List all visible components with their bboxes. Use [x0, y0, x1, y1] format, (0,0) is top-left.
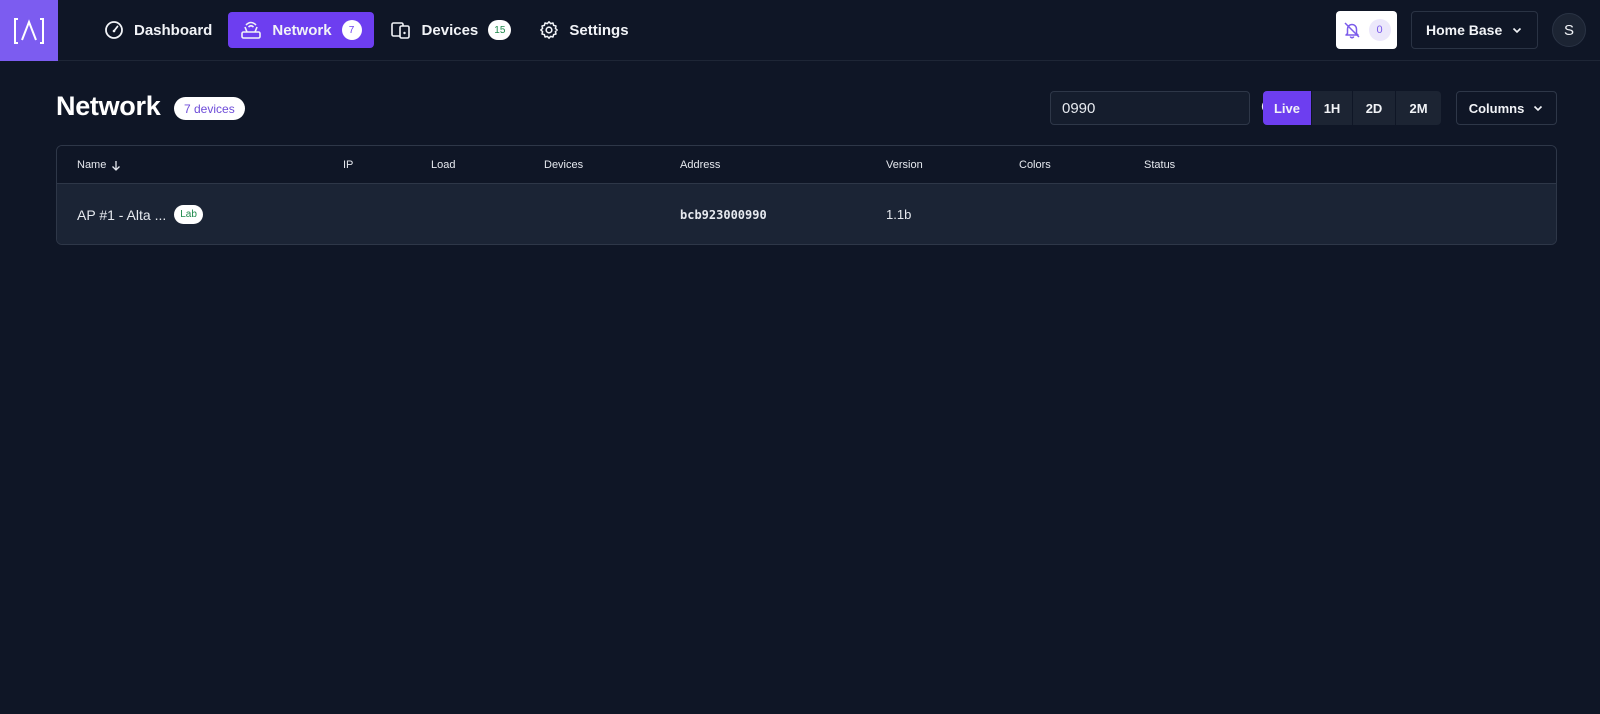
top-bar: Dashboard Network 7 Devices 15 Settings … [0, 0, 1600, 61]
range-2d-button[interactable]: 2D [1353, 91, 1396, 125]
columns-label: Columns [1468, 100, 1525, 116]
column-header-load[interactable]: Load [431, 146, 455, 184]
user-avatar[interactable]: S [1552, 13, 1586, 47]
column-header-colors[interactable]: Colors [1019, 146, 1051, 184]
nav-label-dashboard: Dashboard [134, 21, 213, 39]
site-name: Home Base [1426, 22, 1503, 38]
nav-label-settings: Settings [569, 21, 629, 39]
nav-label-network: Network [272, 21, 332, 39]
time-range-selector: Live 1H 2D 2M [1263, 91, 1441, 125]
cell-name: AP #1 - Alta ... Lab [77, 184, 203, 244]
column-header-devices[interactable]: Devices [544, 146, 583, 184]
app-logo[interactable] [0, 0, 58, 61]
nav-item-dashboard[interactable]: Dashboard [92, 12, 224, 48]
nav-item-settings[interactable]: Settings [527, 12, 640, 48]
devices-count-badge: 15 [488, 20, 512, 40]
range-1h-button[interactable]: 1H [1312, 91, 1353, 125]
range-2m-button[interactable]: 2M [1396, 91, 1441, 125]
network-table: Name IP Load Devices Address Version Col… [56, 145, 1557, 245]
network-count-badge: 7 [341, 20, 362, 40]
column-header-status[interactable]: Status [1144, 146, 1175, 184]
column-header-ip[interactable]: IP [343, 146, 353, 184]
search-input[interactable] [1051, 92, 1261, 124]
logo-icon [14, 17, 44, 44]
devices-icon [390, 22, 410, 39]
column-header-label: Name [77, 159, 107, 171]
range-live-button[interactable]: Live [1263, 91, 1312, 125]
sort-descending-icon [112, 160, 121, 171]
cell-address: bcb923000990 [680, 207, 767, 222]
nav-label-devices: Devices [421, 21, 479, 39]
site-selector[interactable]: Home Base [1411, 11, 1538, 49]
cell-version: 1.1b [886, 207, 912, 222]
bell-off-icon [1343, 22, 1360, 39]
nav-item-devices[interactable]: Devices 15 [378, 12, 524, 48]
device-count-badge: 7 devices [174, 97, 245, 120]
table-row[interactable]: AP #1 - Alta ... Lab bcb923000990 1.1b [57, 184, 1556, 244]
main-nav: Dashboard Network 7 Devices 15 Settings [92, 12, 641, 48]
column-header-version[interactable]: Version [886, 146, 923, 184]
table-header: Name IP Load Devices Address Version Col… [57, 146, 1556, 184]
column-header-name[interactable]: Name [77, 146, 121, 184]
search-box [1050, 91, 1299, 125]
device-tag: Lab [174, 205, 203, 224]
column-header-address[interactable]: Address [680, 146, 720, 184]
gauge-icon [105, 21, 123, 39]
gear-icon [540, 21, 559, 39]
columns-button[interactable]: Columns [1456, 91, 1557, 125]
notifications-count: 0 [1368, 19, 1391, 41]
chevron-down-icon [1534, 105, 1543, 112]
chevron-down-icon [1512, 27, 1522, 34]
router-icon [241, 21, 262, 39]
page-title: Network [56, 91, 161, 121]
notifications-button[interactable]: 0 [1336, 11, 1397, 49]
nav-item-network[interactable]: Network 7 [228, 12, 374, 48]
device-name: AP #1 - Alta ... [77, 206, 167, 223]
